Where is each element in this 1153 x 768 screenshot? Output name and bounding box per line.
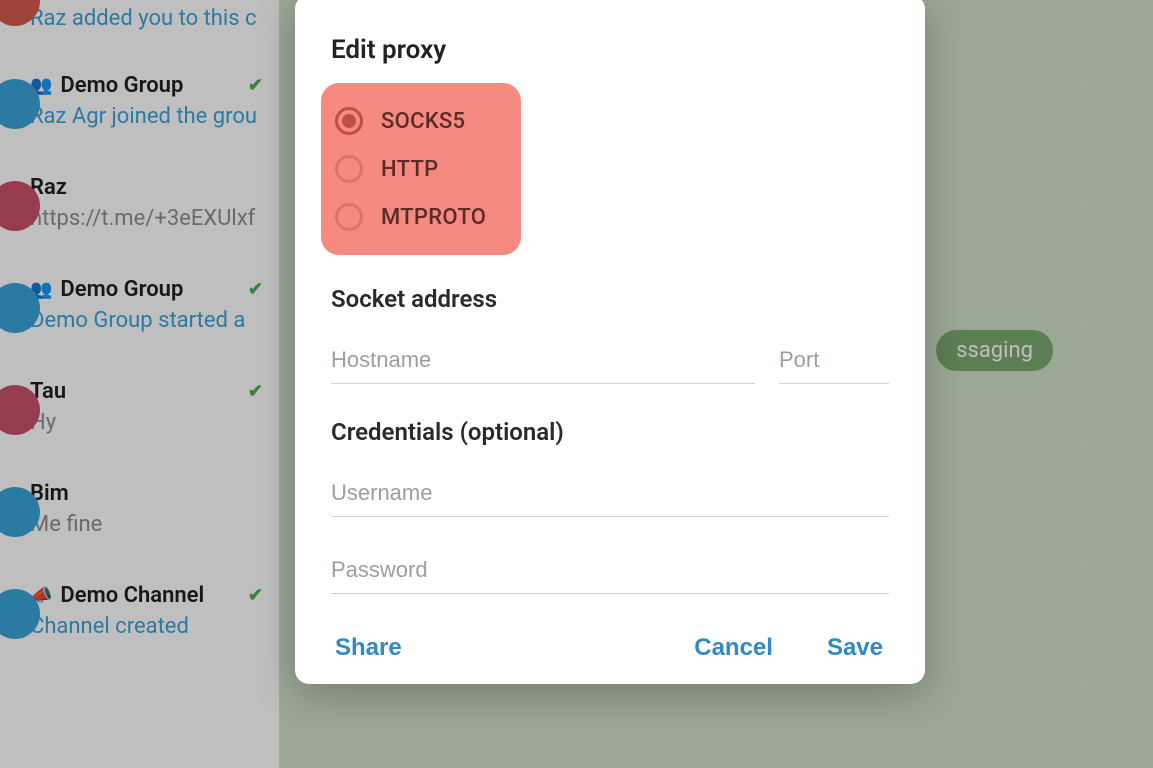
cancel-button[interactable]: Cancel	[690, 628, 777, 668]
hostname-input[interactable]	[331, 341, 755, 384]
protocol-option-http[interactable]: HTTP	[335, 145, 493, 193]
protocol-radio-group: SOCKS5 HTTP MTPROTO	[321, 83, 521, 255]
radio-icon	[335, 107, 363, 135]
radio-icon	[335, 203, 363, 231]
protocol-label: SOCKS5	[381, 109, 465, 134]
credentials-heading: Credentials (optional)	[331, 418, 895, 446]
dialog-title: Edit proxy	[331, 35, 895, 65]
protocol-label: MTPROTO	[381, 205, 486, 230]
socket-address-heading: Socket address	[331, 285, 895, 313]
dialog-button-row: Share Cancel Save	[325, 624, 895, 668]
port-input[interactable]	[779, 341, 889, 384]
edit-proxy-dialog: Edit proxy SOCKS5 HTTP MTPROTO Socket ad…	[295, 0, 925, 684]
password-input[interactable]	[331, 551, 889, 594]
username-input[interactable]	[331, 474, 889, 517]
port-field	[779, 341, 889, 384]
hostname-field	[331, 341, 755, 384]
protocol-option-mtproto[interactable]: MTPROTO	[335, 193, 493, 241]
radio-icon	[335, 155, 363, 183]
share-button[interactable]: Share	[331, 628, 406, 668]
protocol-option-socks5[interactable]: SOCKS5	[335, 97, 493, 145]
protocol-label: HTTP	[381, 157, 439, 182]
save-button[interactable]: Save	[823, 628, 887, 668]
